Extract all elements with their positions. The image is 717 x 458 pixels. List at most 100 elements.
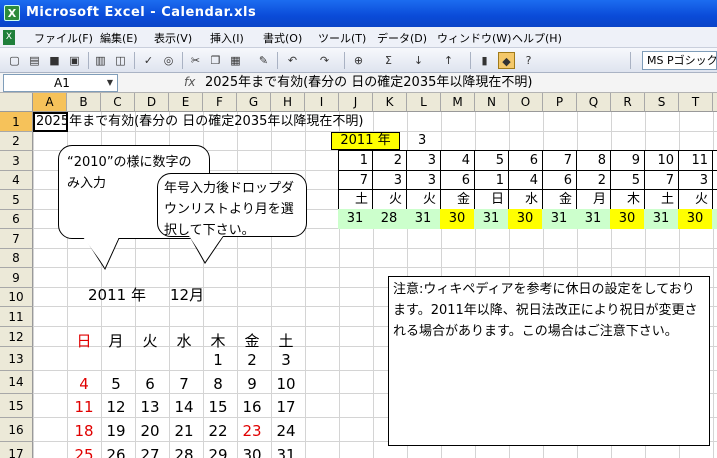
menu-help[interactable]: ヘルプ(H) (512, 30, 562, 46)
calendar-day[interactable]: 25 (68, 443, 100, 458)
sort-ascending-icon[interactable]: ↓ (410, 52, 427, 69)
month-table-cell[interactable]: 30 (610, 209, 645, 229)
drawing-icon[interactable]: ◆ (498, 52, 515, 69)
workbook-icon[interactable]: X (3, 30, 15, 45)
formula-input[interactable]: 2025年まで有効(春分の 日の確定2035年以降現在不明) (205, 74, 710, 92)
column-header[interactable]: H (271, 93, 305, 112)
cell-a1[interactable]: 2025年まで有効(春分の 日の確定2035年以降現在不明) (36, 113, 363, 131)
calendar-day[interactable]: 20 (134, 419, 166, 443)
month-table-cell[interactable]: 30 (440, 209, 475, 229)
column-header[interactable]: D (135, 93, 169, 112)
calendar-day[interactable]: 9 (236, 372, 268, 396)
calendar-day[interactable] (168, 348, 200, 372)
row-header[interactable]: 16 (0, 418, 33, 442)
calendar-day[interactable] (68, 348, 100, 372)
month-table-cell[interactable]: 6 (508, 150, 543, 171)
calendar-day[interactable]: 21 (168, 419, 200, 443)
print-preview-icon[interactable]: ◫ (112, 52, 129, 69)
column-header[interactable]: T (679, 93, 713, 112)
row-header[interactable]: 9 (0, 268, 33, 288)
cut-icon[interactable]: ✂ (187, 52, 204, 69)
calendar-day[interactable]: 24 (270, 419, 302, 443)
autosum-icon[interactable]: Σ (380, 52, 397, 69)
month-table-cell[interactable]: 2 (576, 170, 611, 190)
chevron-down-icon[interactable]: ▼ (103, 75, 117, 91)
calendar-day[interactable]: 29 (202, 443, 234, 458)
calendar-day[interactable]: 6 (134, 372, 166, 396)
menu-format[interactable]: 書式(O) (263, 30, 302, 46)
column-header[interactable]: P (543, 93, 577, 112)
permission-icon[interactable]: ▣ (66, 52, 83, 69)
month-table-cell[interactable]: 31 (644, 209, 679, 229)
calendar-day[interactable]: 4 (68, 372, 100, 396)
row-header[interactable]: 3 (0, 151, 33, 171)
month-table-cell[interactable]: 金 (440, 189, 475, 210)
month-table-cell[interactable]: 4 (508, 170, 543, 190)
calendar-day[interactable]: 11 (68, 395, 100, 419)
month-table-cell[interactable]: 31 (576, 209, 611, 229)
menu-view[interactable]: 表示(V) (154, 30, 192, 46)
month-table-cell[interactable]: 1 (474, 170, 509, 190)
calendar-day[interactable]: 30 (236, 443, 268, 458)
format-painter-icon[interactable]: ✎ (255, 52, 272, 69)
row-header[interactable]: 7 (0, 229, 33, 249)
month-table-cell[interactable]: 3 (372, 170, 407, 190)
column-header[interactable]: Q (577, 93, 611, 112)
chart-wizard-icon[interactable]: ▮ (476, 52, 493, 69)
calendar-day[interactable]: 13 (134, 395, 166, 419)
month-table-cell[interactable]: 9 (610, 150, 645, 171)
calendar-day[interactable] (100, 348, 132, 372)
calendar-day[interactable]: 23 (236, 419, 268, 443)
month-table-cell[interactable]: 30 (678, 209, 713, 229)
column-header[interactable]: J (339, 93, 373, 112)
row-header[interactable]: 11 (0, 307, 33, 327)
month-table-cell[interactable]: 8 (576, 150, 611, 171)
column-header[interactable]: F (203, 93, 237, 112)
month-table-cell[interactable]: 3 (678, 170, 713, 190)
calendar-day[interactable]: 22 (202, 419, 234, 443)
row-header[interactable]: 14 (0, 371, 33, 394)
month-table-cell[interactable]: 金 (542, 189, 577, 210)
row-header[interactable]: 4 (0, 171, 33, 190)
month-table-cell[interactable]: 土 (338, 189, 373, 210)
month-table-cell[interactable]: 6 (440, 170, 475, 190)
month-table-cell[interactable]: 1 (338, 150, 373, 171)
calendar-day[interactable]: 3 (270, 348, 302, 372)
column-header[interactable]: O (509, 93, 543, 112)
row-header[interactable]: 17 (0, 442, 33, 458)
calendar-day[interactable]: 28 (168, 443, 200, 458)
print-icon[interactable]: ▥ (92, 52, 109, 69)
calendar-day[interactable]: 14 (168, 395, 200, 419)
row-header[interactable]: 5 (0, 190, 33, 210)
row-header[interactable]: 8 (0, 249, 33, 268)
note-textbox[interactable]: 注意:ウィキペディアを参考に休日の設定をしております。2011年以降、祝日法改正… (388, 276, 710, 446)
month-table-cell[interactable]: 木 (712, 189, 717, 210)
calendar-day[interactable]: 16 (236, 395, 268, 419)
month-table-cell[interactable]: 31 (406, 209, 441, 229)
month-table-cell[interactable]: 11 (678, 150, 713, 171)
month-table-cell[interactable]: 木 (610, 189, 645, 210)
calendar-day[interactable]: 27 (134, 443, 166, 458)
fx-icon[interactable]: fx (184, 75, 195, 89)
month-table-cell[interactable]: 日 (474, 189, 509, 210)
column-header[interactable]: R (611, 93, 645, 112)
calendar-day[interactable]: 12 (100, 395, 132, 419)
calendar-day[interactable]: 26 (100, 443, 132, 458)
sort-descending-icon[interactable]: ↑ (440, 52, 457, 69)
column-header[interactable]: C (101, 93, 135, 112)
calendar-day[interactable]: 5 (100, 372, 132, 396)
month-table-cell[interactable]: 30 (508, 209, 543, 229)
month-table-cell[interactable]: 7 (542, 150, 577, 171)
excel-app-icon[interactable]: X (4, 5, 20, 21)
month-table-cell[interactable]: 5 (474, 150, 509, 171)
calendar-day[interactable]: 19 (100, 419, 132, 443)
month-table-cell[interactable]: 月 (576, 189, 611, 210)
calendar-day[interactable] (134, 348, 166, 372)
column-header[interactable]: U (713, 93, 717, 112)
paste-icon[interactable]: ▦ (227, 52, 244, 69)
spelling-icon[interactable]: ✓ (140, 52, 157, 69)
calendar-day[interactable]: 17 (270, 395, 302, 419)
calendar-day[interactable]: 7 (168, 372, 200, 396)
month-table-cell[interactable]: 5 (712, 170, 717, 190)
month-table-cell[interactable]: 28 (372, 209, 407, 229)
